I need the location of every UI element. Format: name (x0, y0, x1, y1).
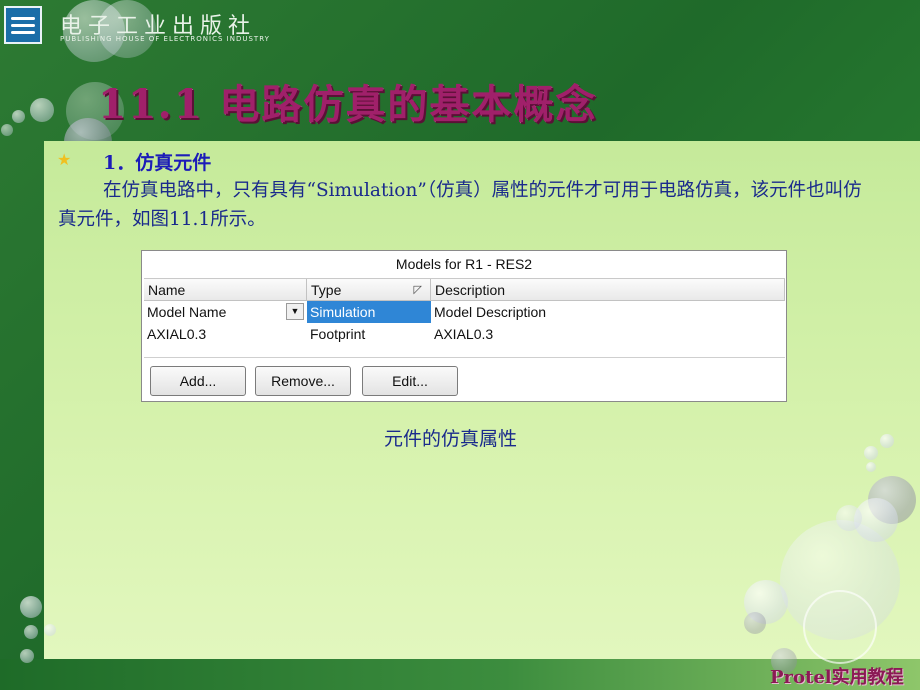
decorative-bubble (1, 124, 13, 136)
table-row-name-cell[interactable]: AXIAL0.3 (144, 323, 307, 345)
publisher-name-english: PUBLISHING HOUSE OF ELECTRONICS INDUSTRY (60, 35, 270, 43)
star-bullet-icon: ★ (57, 150, 72, 169)
dialog-title: Models for R1 - RES2 (395, 256, 533, 272)
models-table: Name Type ◸ Description Model Name ▼ Sim… (144, 278, 785, 363)
decorative-bubble (12, 110, 25, 123)
edit-button[interactable]: Edit... (362, 366, 458, 396)
table-row-description-cell[interactable]: AXIAL0.3 (431, 323, 785, 345)
table-row-type-cell[interactable]: Simulation (307, 301, 431, 323)
column-header-type[interactable]: Type ◸ (307, 279, 431, 301)
column-header-description[interactable]: Description (431, 279, 785, 301)
table-row-type-cell[interactable]: Footprint (307, 323, 431, 345)
add-button[interactable]: Add... (150, 366, 246, 396)
column-header-name[interactable]: Name (144, 279, 307, 301)
decorative-bubble (20, 596, 42, 618)
slide-title: 11.1 电路仿真的基本概念 (98, 81, 598, 128)
figure-caption: 元件的仿真属性 (384, 428, 518, 450)
model-name-value: Model Name (147, 304, 227, 320)
decorative-bubble (30, 98, 54, 122)
table-row-name-cell[interactable]: Model Name ▼ (144, 301, 307, 323)
slide: 电子工业出版社 PUBLISHING HOUSE OF ELECTRONICS … (0, 0, 920, 690)
dialog-divider (144, 357, 785, 358)
decorative-bubble (24, 625, 38, 639)
remove-button[interactable]: Remove... (255, 366, 351, 396)
body-paragraph: 在仿真电路中，只有具有“Simulation”（仿真）属性的元件才可用于电路仿真… (58, 180, 862, 230)
sort-icon: ◸ (413, 284, 422, 296)
column-header-type-label: Type (311, 282, 342, 298)
table-row-description-cell[interactable]: Model Description (431, 301, 785, 323)
dropdown-arrow-icon[interactable]: ▼ (286, 303, 304, 320)
publisher-logo-icon (4, 6, 42, 44)
section-heading: 1．仿真元件 (103, 152, 212, 174)
footer-brand: Protel实用教程 (770, 667, 904, 688)
models-dialog: Models for R1 - RES2 Name Type ◸ Descrip… (141, 250, 787, 402)
